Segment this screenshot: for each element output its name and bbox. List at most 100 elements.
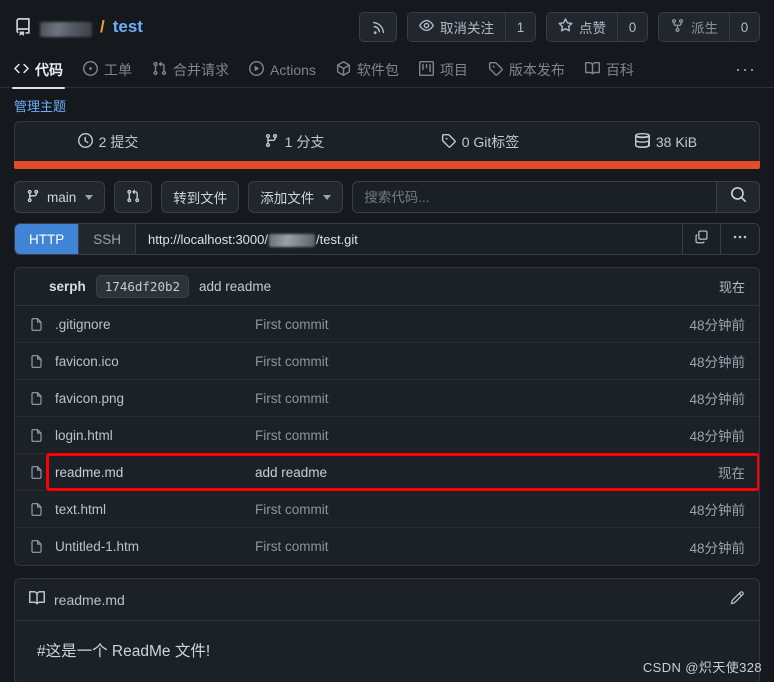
file-name[interactable]: .gitignore [55,317,255,332]
chevron-down-icon [85,194,94,200]
branch-selector[interactable]: main [14,181,106,213]
readme-title: readme.md [54,591,125,608]
latest-commit-header: serph 1746df20b2 add readme 现在 [15,268,759,306]
file-commit-time: 现在 [718,466,745,481]
breadcrumb-separator: / [100,17,105,36]
stat-commits[interactable]: 2 提交 [15,132,201,152]
stat-tags[interactable]: 0 Git标签 [387,132,573,152]
commit-message[interactable]: add readme [199,279,271,294]
stat-branches-label: 1 分支 [284,133,325,150]
copy-icon [694,229,709,249]
edit-readme-button[interactable] [729,590,745,609]
tab-issues-label: 工单 [104,61,132,78]
star-label: 点赞 [579,21,606,36]
fork-count[interactable]: 0 [729,13,759,41]
file-icon [29,465,55,480]
stat-size-label: 38 KiB [655,133,698,150]
fork-button-group[interactable]: 派生 0 [658,12,760,42]
add-file-button[interactable]: 添加文件 [248,181,344,213]
repo-header: / test 取消关注 1 点赞 0 派生 0 [0,0,774,52]
fork-button[interactable]: 派生 [659,13,729,41]
file-commit-message[interactable]: add readme [255,465,718,480]
protocol-http-button[interactable]: HTTP [15,224,80,254]
file-commit-message[interactable]: First commit [255,539,689,554]
table-row[interactable]: favicon.ico First commit 48分钟前 [15,343,759,380]
code-search [352,181,760,213]
repo-stats-bar: 2 提交 1 分支 0 Git标签 38 KiB [14,121,760,161]
fork-icon [670,18,685,36]
repo-owner-redacted[interactable] [40,21,92,37]
fork-label: 派生 [691,21,718,36]
file-name[interactable]: readme.md [55,465,255,480]
search-button[interactable] [716,181,760,213]
tab-actions[interactable]: Actions [249,52,316,88]
add-file-label: 添加文件 [260,191,315,206]
table-row[interactable]: Untitled-1.htm First commit 48分钟前 [15,528,759,565]
file-commit-time: 48分钟前 [689,355,745,370]
search-input[interactable] [352,181,716,213]
stat-branches[interactable]: 1 分支 [201,132,387,152]
file-name[interactable]: favicon.png [55,391,255,406]
branch-icon [26,189,40,206]
file-commit-message[interactable]: First commit [255,428,689,443]
file-commit-time: 48分钟前 [689,318,745,333]
watch-button-group[interactable]: 取消关注 1 [407,12,536,42]
pull-request-icon [126,189,140,206]
nav-more-menu-icon[interactable]: ··· [735,59,760,80]
file-commit-message[interactable]: First commit [255,354,689,369]
file-commit-message[interactable]: First commit [255,317,689,332]
file-name[interactable]: login.html [55,428,255,443]
table-row[interactable]: favicon.png First commit 48分钟前 [15,380,759,417]
tab-projects[interactable]: 项目 [418,52,468,88]
clone-more-button[interactable] [721,224,759,254]
star-count[interactable]: 0 [617,13,647,41]
file-list-table: serph 1746df20b2 add readme 现在 .gitignor… [14,267,760,566]
manage-topic-link[interactable]: 管理主题 [0,88,774,121]
stat-size: 38 KiB [573,132,759,151]
tab-wiki[interactable]: 百科 [584,52,634,88]
watch-count[interactable]: 1 [505,13,535,41]
tab-code[interactable]: 代码 [12,52,65,89]
commit-time: 现在 [718,280,745,295]
stat-commits-label: 2 提交 [98,133,139,150]
tab-releases[interactable]: 版本发布 [488,52,565,88]
table-row-readme[interactable]: readme.md add readme 现在 [15,453,759,491]
watch-button[interactable]: 取消关注 [408,13,505,41]
file-name[interactable]: favicon.ico [55,354,255,369]
clone-url-prefix: http://localhost:3000/ [148,231,268,247]
watch-label: 取消关注 [440,21,494,36]
table-row[interactable]: login.html First commit 48分钟前 [15,417,759,454]
compare-button[interactable] [114,181,153,213]
commit-hash[interactable]: 1746df20b2 [95,275,190,298]
branch-icon [264,133,279,151]
file-icon [29,502,55,517]
clone-url-value[interactable]: http://localhost:3000/ /test.git [136,224,683,254]
star-button[interactable]: 点赞 [547,13,617,41]
readme-header: readme.md [15,579,759,621]
tab-pull-requests[interactable]: 合并请求 [152,52,229,88]
file-icon [29,428,55,443]
book-icon [29,590,46,609]
table-row[interactable]: .gitignore First commit 48分钟前 [15,306,759,343]
repo-stats-wrap: 2 提交 1 分支 0 Git标签 38 KiB [0,121,774,169]
file-commit-time: 48分钟前 [689,392,745,407]
eye-icon [419,18,434,36]
star-button-group[interactable]: 点赞 0 [546,12,648,42]
protocol-ssh-button[interactable]: SSH [79,224,137,254]
file-commit-message[interactable]: First commit [255,502,689,517]
readme-panel: readme.md #这是一个 ReadMe 文件! [14,578,760,682]
rss-button[interactable] [359,12,397,42]
copy-url-button[interactable] [683,224,721,254]
repo-name-link[interactable]: test [113,17,143,37]
file-name[interactable]: Untitled-1.htm [55,539,255,554]
table-row[interactable]: text.html First commit 48分钟前 [15,491,759,528]
tab-issues[interactable]: 工单 [83,52,132,88]
repo-nav-tabs: 代码 工单 合并请求 Actions 软件包 项目 版本发布 百科 ··· [0,52,774,89]
commit-author[interactable]: serph [49,279,86,294]
play-icon [249,60,264,79]
tab-packages[interactable]: 软件包 [336,52,399,88]
file-name[interactable]: text.html [55,502,255,517]
pencil-icon [729,590,745,609]
file-commit-message[interactable]: First commit [255,391,689,406]
go-to-file-button[interactable]: 转到文件 [161,181,240,213]
